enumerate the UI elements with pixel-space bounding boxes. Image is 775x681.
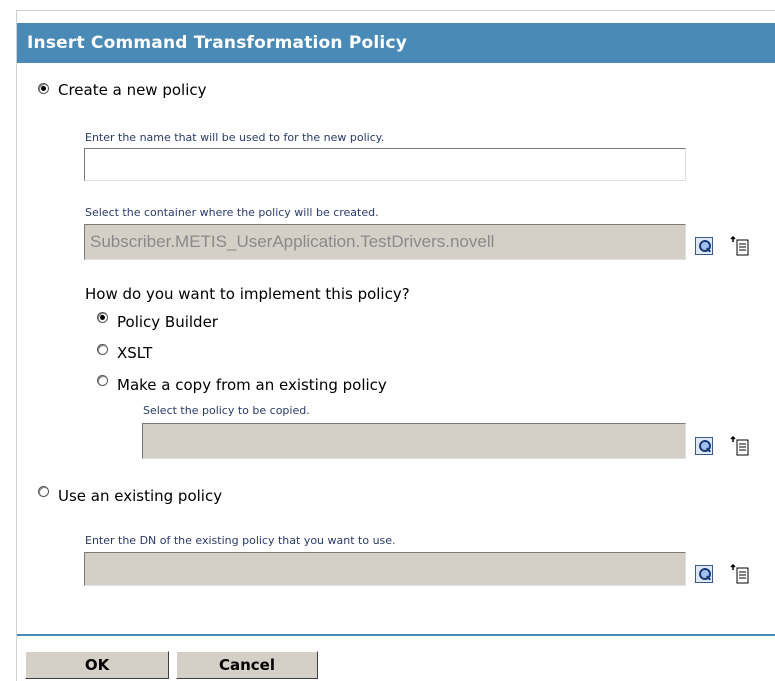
container-browse-icon[interactable] [695, 237, 713, 255]
copy-existing-radio[interactable] [97, 375, 108, 386]
existing-dn-history-icon[interactable] [729, 563, 751, 585]
implement-question: How do you want to implement this policy… [85, 285, 410, 303]
copy-policy-history-icon[interactable] [729, 435, 751, 457]
policy-builder-label[interactable]: Policy Builder [117, 313, 218, 331]
footer-divider [17, 634, 775, 636]
policy-name-input[interactable] [84, 148, 686, 181]
xslt-label[interactable]: XSLT [117, 344, 152, 362]
container-input[interactable]: Subscriber.METIS_UserApplication.TestDri… [84, 224, 686, 260]
existing-dn-input[interactable] [84, 552, 686, 586]
cancel-button[interactable]: Cancel [176, 651, 318, 679]
copy-policy-hint: Select the policy to be copied. [143, 404, 310, 417]
container-history-icon[interactable] [729, 235, 751, 257]
existing-dn-browse-icon[interactable] [695, 565, 713, 583]
use-existing-policy-radio[interactable] [38, 486, 49, 497]
copy-policy-input[interactable] [142, 423, 686, 459]
xslt-radio[interactable] [97, 344, 108, 355]
create-new-policy-label[interactable]: Create a new policy [58, 81, 207, 99]
use-existing-policy-label[interactable]: Use an existing policy [58, 487, 222, 505]
copy-policy-browse-icon[interactable] [695, 437, 713, 455]
ok-button[interactable]: OK [25, 651, 169, 679]
container-hint: Select the container where the policy wi… [85, 206, 379, 219]
policy-builder-radio[interactable] [97, 312, 108, 323]
dialog-title: Insert Command Transformation Policy [17, 23, 775, 63]
existing-dn-hint: Enter the DN of the existing policy that… [85, 534, 396, 547]
create-new-policy-radio[interactable] [38, 83, 49, 94]
policy-name-hint: Enter the name that will be used to for … [85, 131, 385, 144]
copy-existing-label[interactable]: Make a copy from an existing policy [117, 376, 387, 394]
